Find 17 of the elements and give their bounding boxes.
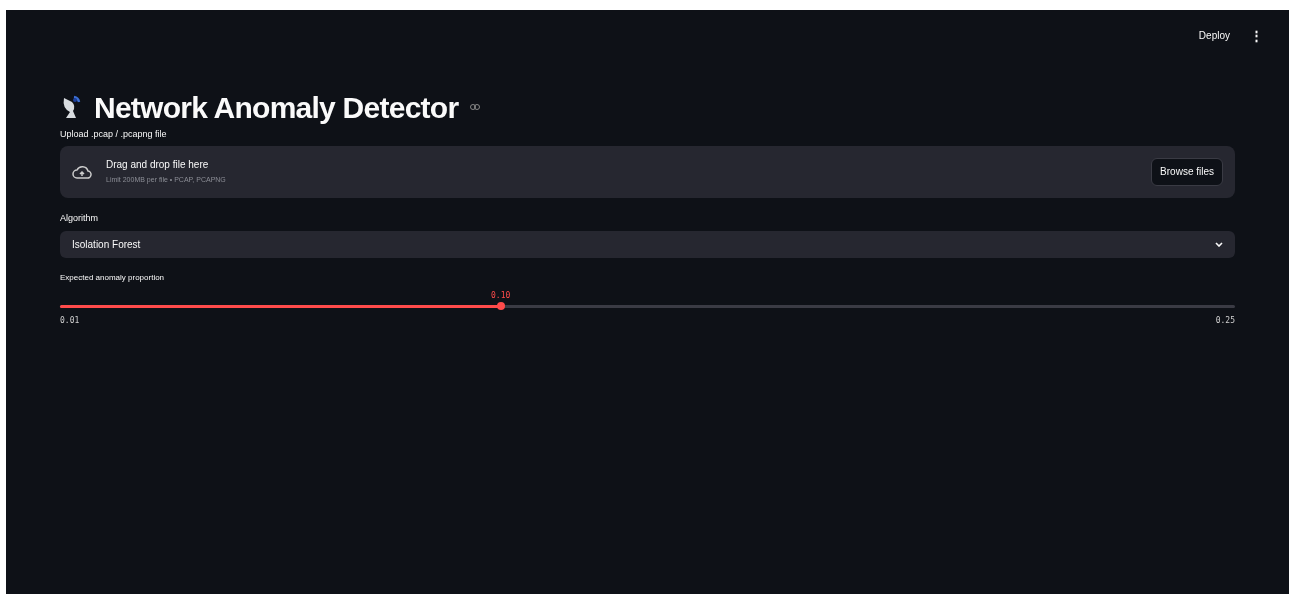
chevron-down-icon — [1215, 242, 1223, 247]
algorithm-label: Algorithm — [60, 211, 99, 225]
selected-value: Isolation Forest — [72, 238, 141, 252]
slider-value: 0.10 — [491, 290, 511, 302]
slider-track[interactable] — [60, 305, 1235, 308]
slider-thumb[interactable] — [496, 302, 505, 310]
slider-min: 0.01 — [60, 315, 80, 327]
slider-max: 0.25 — [1215, 315, 1235, 327]
link-icon — [470, 104, 481, 110]
upload-label: Upload .pcap / .pcapng file — [60, 128, 168, 141]
dropzone-prompt: Drag and drop file here — [106, 158, 210, 173]
page-title: Network Anomaly Detector — [94, 89, 459, 126]
browse-files-button[interactable]: Browse files — [1151, 157, 1223, 186]
algorithm-select[interactable]: Isolation Forest — [60, 231, 1235, 258]
cloud-upload-icon — [72, 164, 92, 179]
deploy-button[interactable]: Deploy — [1198, 28, 1230, 43]
slider-label: Expected anomaly proportion — [60, 272, 166, 284]
